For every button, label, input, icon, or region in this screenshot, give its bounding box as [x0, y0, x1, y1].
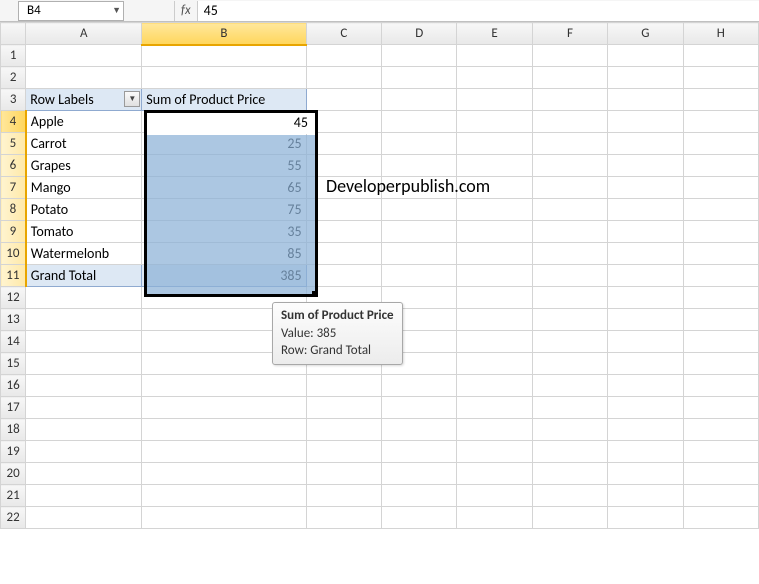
- pivot-row-label[interactable]: Mango: [26, 177, 142, 199]
- row-header[interactable]: 6: [1, 155, 26, 177]
- spreadsheet-grid[interactable]: A B C D E F G H 1 2 3 Row Labels ▼ Sum o…: [0, 22, 759, 529]
- row-header[interactable]: 13: [1, 309, 26, 331]
- tooltip-title: Sum of Product Price: [281, 307, 394, 325]
- col-header-H[interactable]: H: [683, 23, 758, 45]
- row-header[interactable]: 22: [1, 507, 26, 529]
- pivot-row-value[interactable]: 65: [142, 177, 306, 199]
- pivot-row-value[interactable]: 45: [142, 111, 306, 133]
- formula-input[interactable]: [198, 1, 759, 21]
- row-header[interactable]: 7: [1, 177, 26, 199]
- row-header[interactable]: 5: [1, 133, 26, 155]
- col-header-E[interactable]: E: [457, 23, 532, 45]
- row-header[interactable]: 21: [1, 485, 26, 507]
- pivot-row-value[interactable]: 75: [142, 199, 306, 221]
- row-header[interactable]: 16: [1, 375, 26, 397]
- row-header[interactable]: 11: [1, 265, 26, 287]
- row-header[interactable]: 1: [1, 45, 26, 67]
- pivot-row-value[interactable]: 35: [142, 221, 306, 243]
- name-box[interactable]: B4 ▼: [18, 1, 124, 21]
- col-header-A[interactable]: A: [26, 23, 142, 45]
- pivot-row-value[interactable]: 55: [142, 155, 306, 177]
- row-header[interactable]: 18: [1, 419, 26, 441]
- pivot-row-label[interactable]: Carrot: [26, 133, 142, 155]
- col-header-C[interactable]: C: [306, 23, 381, 45]
- pivot-row-label[interactable]: Grapes: [26, 155, 142, 177]
- cell-tooltip: Sum of Product Price Value: 385 Row: Gra…: [272, 302, 403, 365]
- row-header[interactable]: 3: [1, 89, 26, 111]
- select-all-corner[interactable]: [1, 23, 26, 45]
- pivot-header-rowlabels[interactable]: Row Labels ▼: [26, 89, 142, 111]
- row-header[interactable]: 17: [1, 397, 26, 419]
- pivot-row-label[interactable]: Apple: [26, 111, 142, 133]
- filter-dropdown-icon[interactable]: ▼: [124, 91, 140, 107]
- row-header[interactable]: 4: [1, 111, 26, 133]
- tooltip-row: Row: Grand Total: [281, 342, 394, 360]
- pivot-row-label[interactable]: Tomato: [26, 221, 142, 243]
- row-header[interactable]: 9: [1, 221, 26, 243]
- pivot-header-value[interactable]: Sum of Product Price: [142, 89, 306, 111]
- pivot-row-value[interactable]: 85: [142, 243, 306, 265]
- row-header[interactable]: 20: [1, 463, 26, 485]
- row-header[interactable]: 12: [1, 287, 26, 309]
- row-header[interactable]: 15: [1, 353, 26, 375]
- name-box-value: B4: [27, 2, 41, 20]
- col-header-F[interactable]: F: [532, 23, 607, 45]
- row-header[interactable]: 8: [1, 199, 26, 221]
- tooltip-value: Value: 385: [281, 325, 394, 343]
- formula-bar: B4 ▼ fx: [0, 0, 759, 22]
- row-header[interactable]: 10: [1, 243, 26, 265]
- pivot-row-label[interactable]: Watermelonb: [26, 243, 142, 265]
- col-header-B[interactable]: B: [142, 23, 306, 45]
- row-header[interactable]: 14: [1, 331, 26, 353]
- col-header-D[interactable]: D: [382, 23, 457, 45]
- pivot-row-label[interactable]: Potato: [26, 199, 142, 221]
- watermark-text: Developerpublish.com: [326, 175, 490, 197]
- row-header[interactable]: 19: [1, 441, 26, 463]
- pivot-row-value[interactable]: 25: [142, 133, 306, 155]
- col-header-G[interactable]: G: [608, 23, 683, 45]
- pivot-total-label[interactable]: Grand Total: [26, 265, 142, 287]
- pivot-total-value[interactable]: 385: [142, 265, 306, 287]
- chevron-down-icon[interactable]: ▼: [112, 2, 121, 20]
- fx-icon[interactable]: fx: [174, 1, 198, 21]
- row-header[interactable]: 2: [1, 67, 26, 89]
